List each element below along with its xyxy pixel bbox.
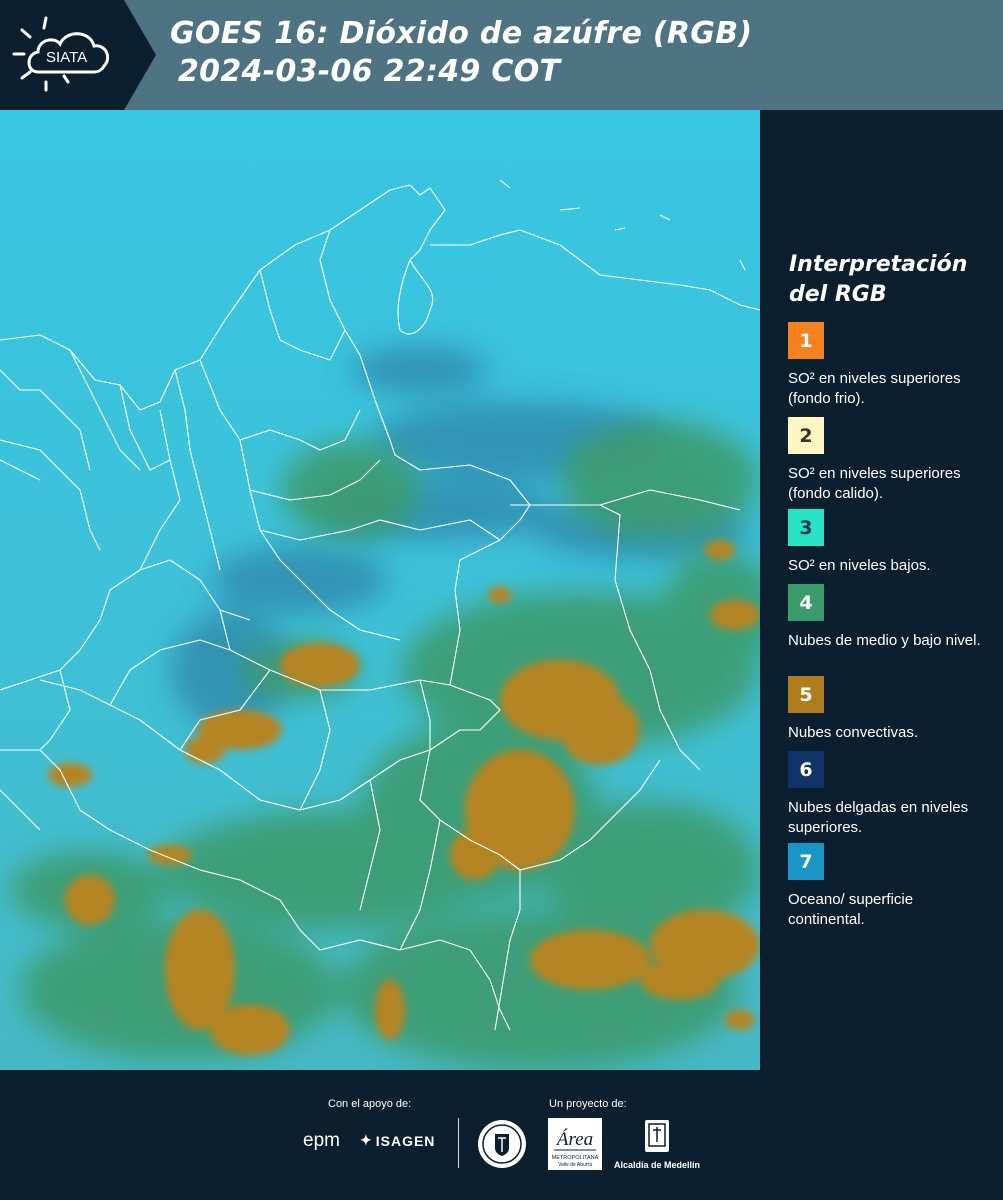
isagen-logo-text: ISAGEN — [375, 1132, 436, 1149]
legend-swatch-7: 7 — [788, 843, 824, 880]
isagen-logo: ✦ ISAGEN — [360, 1132, 435, 1149]
support-label: Con el apoyo de: — [328, 1098, 412, 1110]
siata-logo: SIATA — [0, 0, 156, 110]
area-metropolitana-logo: Área METROPOLITANA Valle de Aburrá — [548, 1118, 602, 1170]
legend-swatch-4: 4 — [788, 584, 824, 621]
siata-logo-text: SIATA — [46, 49, 87, 66]
rgb-legend: Interpretación del RGB 1 SO² en niveles … — [760, 110, 1003, 1070]
header-bar: SIATA GOES 16: Dióxido de azúfre (RGB) 2… — [0, 0, 1003, 110]
alcaldia-logo-text: Alcaldía de Medellín — [613, 1160, 701, 1170]
amva-logo-text: Área — [555, 1128, 593, 1150]
alcaldia-logo: Alcaldía de Medellín — [612, 1118, 702, 1170]
legend-item-2: 2 SO² en niveles superiores (fondo calid… — [788, 417, 993, 512]
legend-label-4: Nubes de medio y bajo nivel. — [788, 632, 981, 649]
legend-label-6: Nubes delgadas en niveles superiores. — [788, 799, 969, 836]
legend-item-5: 5 Nubes convectivas. — [788, 676, 993, 743]
legend-item-6: 6 Nubes delgadas en niveles superiores. — [788, 751, 993, 838]
satellite-map — [0, 110, 760, 1070]
footer: Con el apoyo de: Un proyecto de: epm ✦ I… — [0, 1070, 1003, 1200]
legend-label-3: SO² en niveles bajos. — [788, 557, 931, 574]
legend-swatch-3: 3 — [788, 509, 824, 546]
legend-swatch-1: 1 — [788, 322, 824, 359]
legend-label-7: Oceano/ superficie continental. — [788, 891, 914, 928]
legend-title: Interpretación del RGB — [789, 252, 968, 307]
legend-swatch-6: 6 — [788, 751, 824, 788]
legend-item-1: 1 SO² en niveles superiores (fondo frio)… — [788, 322, 993, 409]
amva-logo-caption: METROPOLITANA — [552, 1155, 599, 1161]
legend-item-4: 4 Nubes de medio y bajo nivel. — [788, 584, 993, 651]
alcaldia-crest-icon — [645, 1120, 669, 1152]
legend-item-7: 7 Oceano/ superficie continental. — [788, 843, 993, 930]
legend-label-1: SO² en niveles superiores (fondo frio). — [788, 370, 961, 407]
legend-label-5: Nubes convectivas. — [788, 724, 919, 741]
page-title: GOES 16: Dióxido de azúfre (RGB) — [170, 16, 753, 51]
amva-logo-subcaption: Valle de Aburrá — [558, 1162, 592, 1168]
epm-logo: epm — [303, 1130, 340, 1151]
legend-item-3: 3 SO² en niveles bajos. — [788, 509, 993, 576]
legend-label-2: SO² en niveles superiores (fondo calido)… — [788, 465, 961, 502]
footer-divider — [458, 1118, 459, 1168]
medellin-seal-icon — [478, 1120, 526, 1168]
image-datetime: 2024-03-06 22:49 COT — [178, 54, 561, 89]
legend-swatch-5: 5 — [788, 676, 824, 713]
project-label: Un proyecto de: — [549, 1098, 627, 1110]
legend-swatch-2: 2 — [788, 417, 824, 454]
isagen-icon: ✦ — [360, 1132, 373, 1148]
